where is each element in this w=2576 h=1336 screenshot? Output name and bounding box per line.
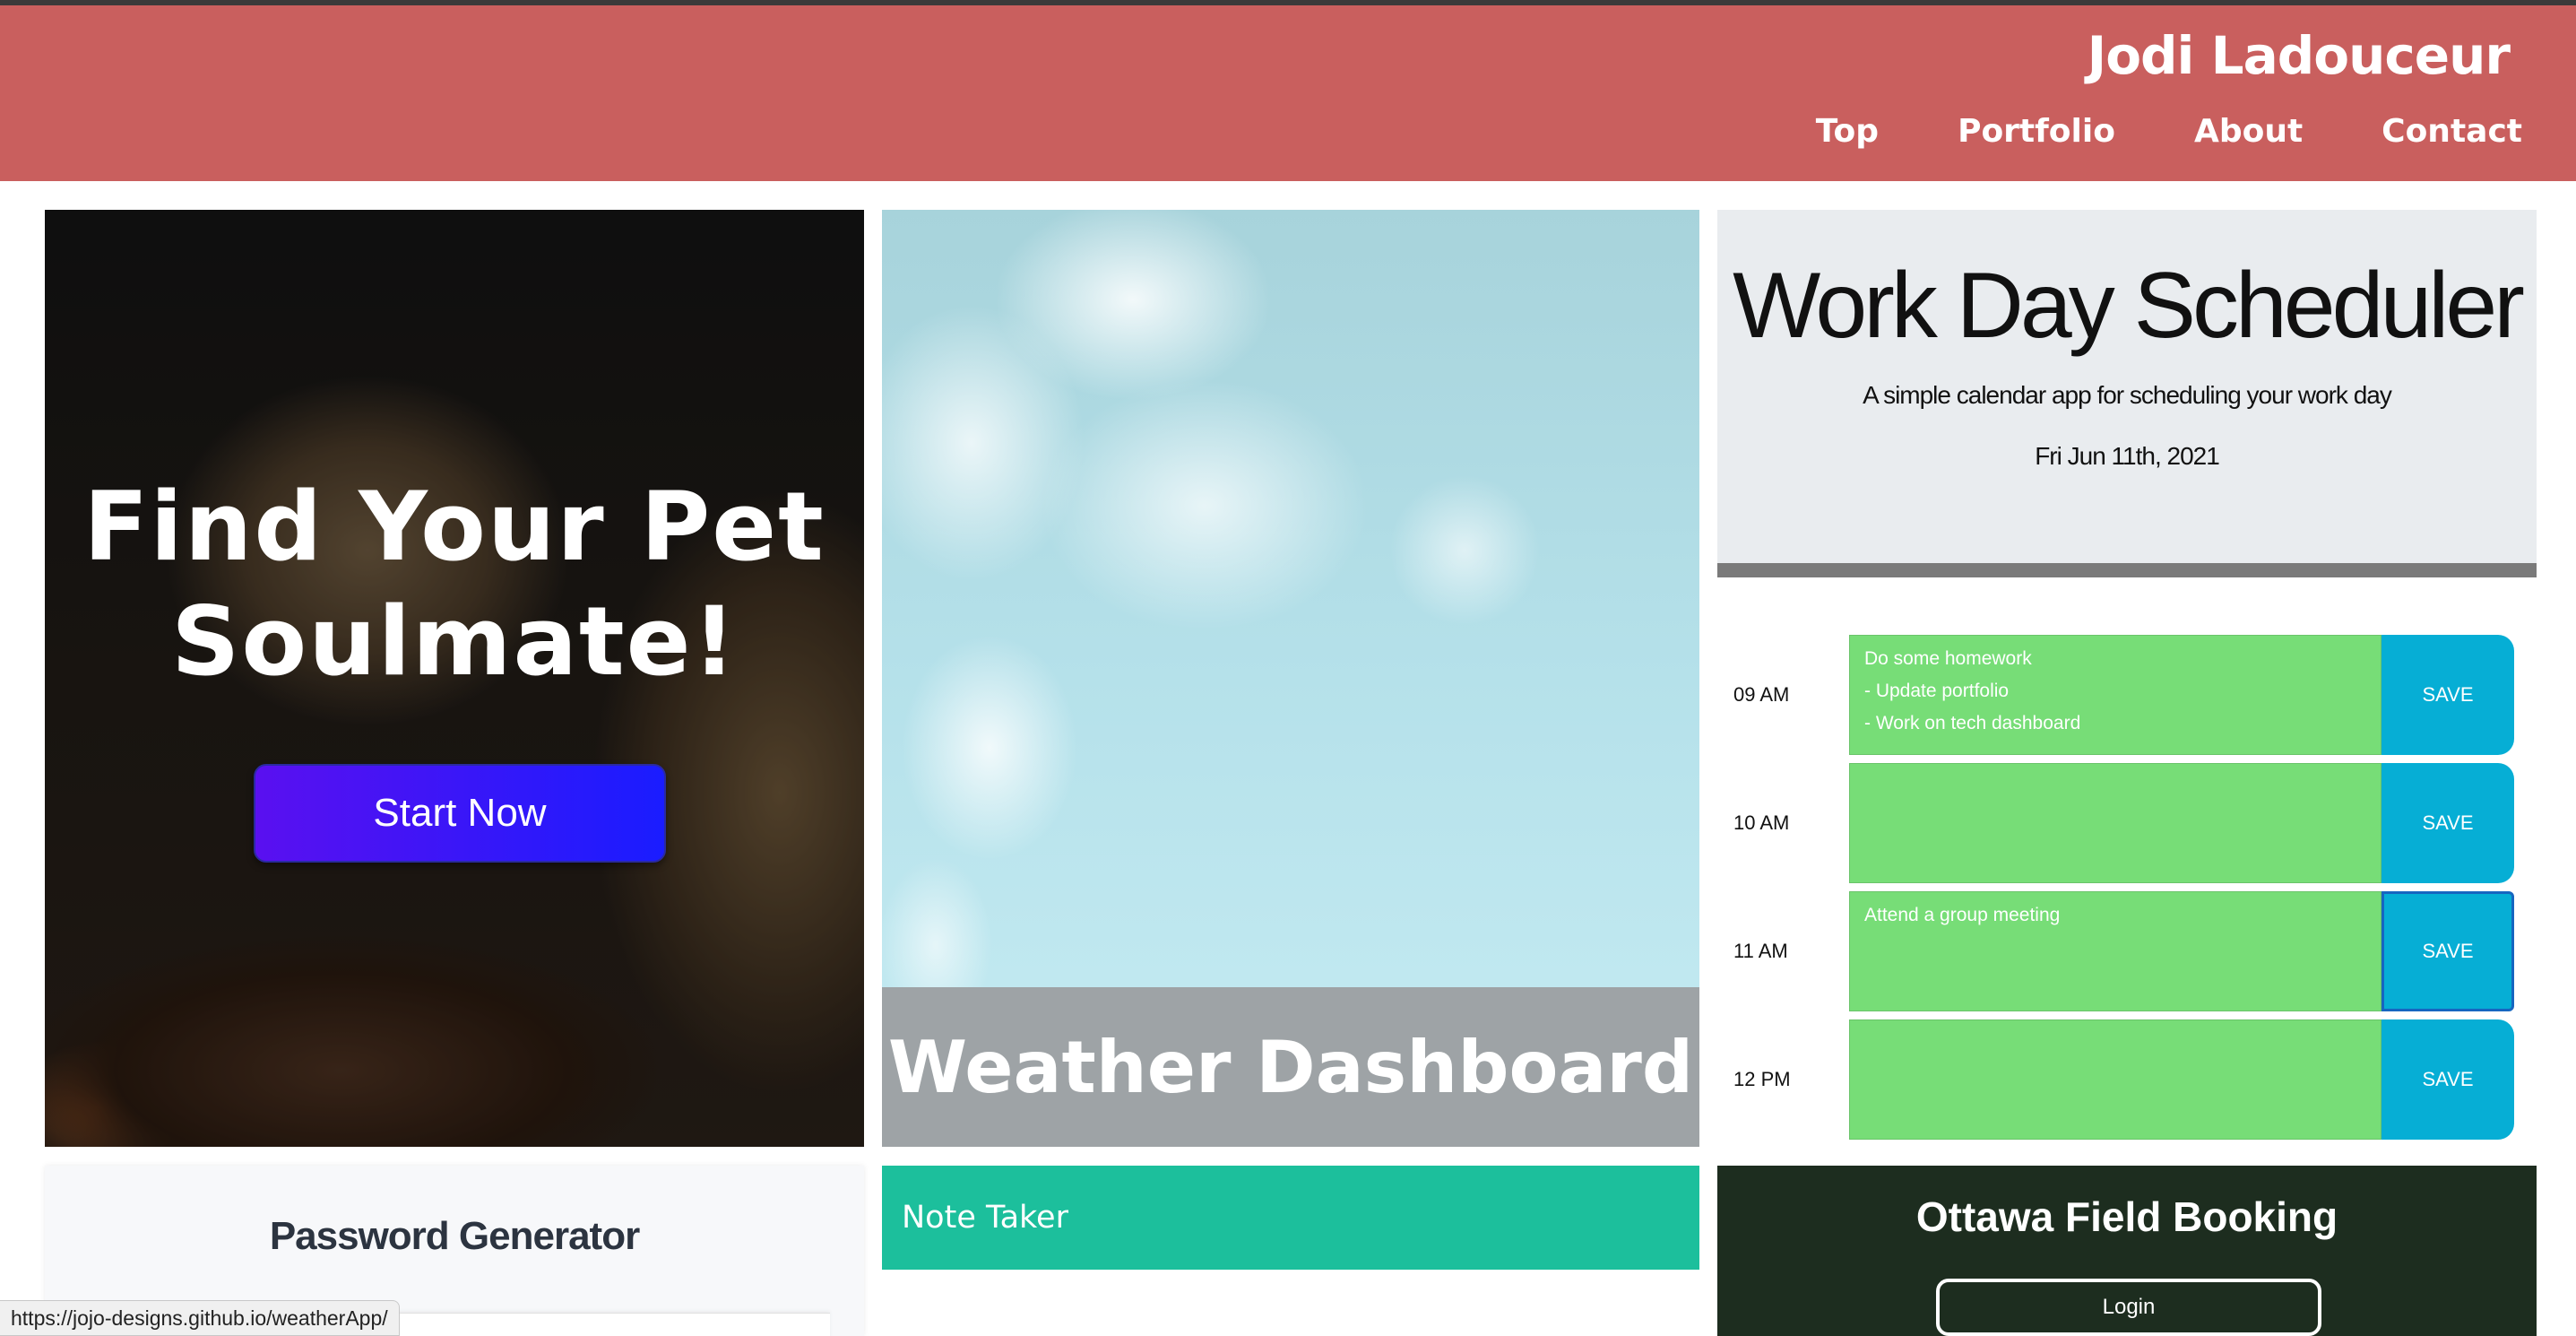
- weather-caption-bar: Weather Dashboard: [882, 987, 1699, 1147]
- scheduler-lead: A simple calendar app for scheduling you…: [1863, 381, 2392, 409]
- main-nav: Top Portfolio About Contact: [1816, 113, 2522, 150]
- project-card-pet-finder[interactable]: Find Your Pet Soulmate! Start Now: [45, 210, 864, 1147]
- save-button[interactable]: SAVE: [2382, 635, 2514, 755]
- scheduler-header: Work Day Scheduler A simple calendar app…: [1717, 210, 2537, 577]
- time-block-row: 10 AM SAVE: [1717, 763, 2537, 883]
- nav-top[interactable]: Top: [1816, 113, 1879, 150]
- time-block-row: 11 AM Attend a group meeting SAVE: [1717, 891, 2537, 1011]
- time-block-row: 09 AM Do some homework - Update portfoli…: [1717, 635, 2537, 755]
- hour-label: 12 PM: [1733, 1068, 1791, 1090]
- event-textarea[interactable]: [1849, 763, 2382, 883]
- event-textarea[interactable]: [1849, 1019, 2382, 1140]
- scheduler-title: Work Day Scheduler: [1733, 254, 2525, 358]
- hour-label: 09 AM: [1733, 683, 1790, 706]
- site-brand[interactable]: Jodi Ladouceur: [2088, 25, 2511, 86]
- time-block-row: 12 PM SAVE: [1717, 1019, 2537, 1140]
- save-button[interactable]: SAVE: [2382, 763, 2514, 883]
- field-booking-title: Ottawa Field Booking: [1915, 1193, 2338, 1240]
- weather-dashboard-title: Weather Dashboard: [887, 1025, 1694, 1109]
- login-button[interactable]: Login: [1936, 1279, 2321, 1336]
- save-button[interactable]: SAVE: [2382, 1019, 2514, 1140]
- note-taker-title: Note Taker: [902, 1200, 1068, 1236]
- start-now-button[interactable]: Start Now: [254, 764, 666, 863]
- project-card-ottawa-field-booking[interactable]: Ottawa Field Booking Login: [1717, 1166, 2537, 1336]
- nav-contact[interactable]: Contact: [2382, 113, 2522, 150]
- project-card-note-taker[interactable]: Note Taker: [882, 1166, 1699, 1270]
- site-header: Jodi Ladouceur Top Portfolio About Conta…: [0, 5, 2576, 181]
- pet-finder-title: Find Your Pet Soulmate!: [83, 472, 826, 697]
- project-card-work-day-scheduler[interactable]: Work Day Scheduler A simple calendar app…: [1717, 210, 2537, 1147]
- project-card-weather-dashboard[interactable]: Weather Dashboard: [882, 210, 1699, 1147]
- password-generator-title: Password Generator: [269, 1214, 640, 1258]
- nav-portfolio[interactable]: Portfolio: [1958, 113, 2115, 150]
- hour-label: 11 AM: [1733, 940, 1788, 962]
- save-button[interactable]: SAVE: [2382, 891, 2514, 1011]
- nav-about[interactable]: About: [2194, 113, 2303, 150]
- event-textarea[interactable]: Do some homework - Update portfolio - Wo…: [1849, 635, 2382, 755]
- hour-label: 10 AM: [1733, 811, 1790, 834]
- link-status-bar: https://jojo-designs.github.io/weatherAp…: [0, 1300, 400, 1336]
- event-textarea[interactable]: Attend a group meeting: [1849, 891, 2382, 1011]
- scheduler-date: Fri Jun 11th, 2021: [2035, 442, 2220, 470]
